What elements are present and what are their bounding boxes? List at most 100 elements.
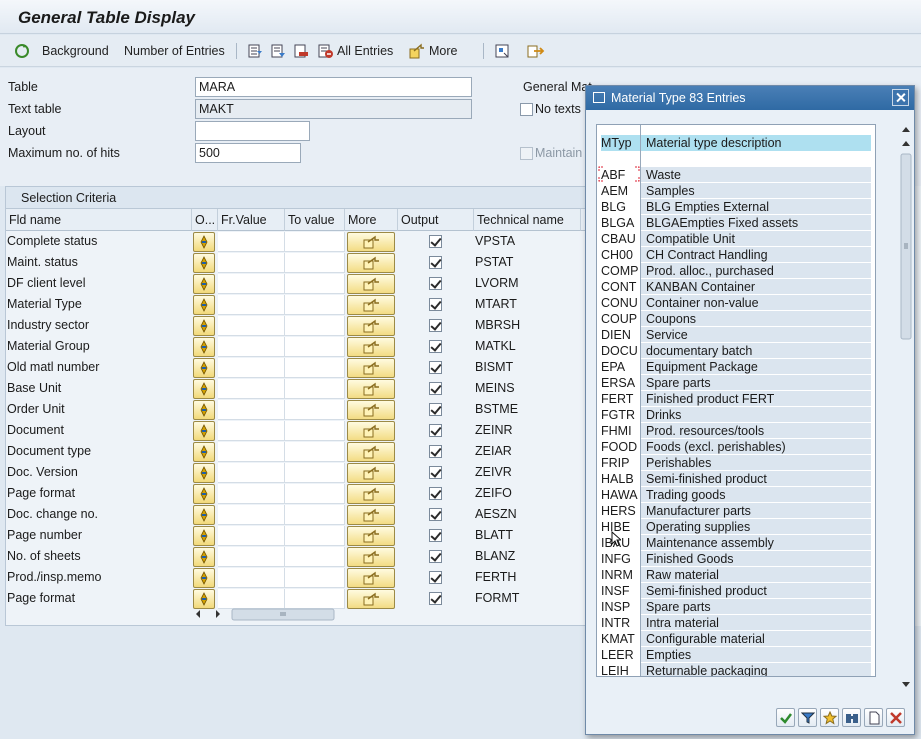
no-texts-checkbox[interactable]	[520, 103, 533, 116]
list-header-key[interactable]: MTyp	[601, 136, 632, 150]
list-item[interactable]: LEIH Returnable packaging	[597, 663, 875, 676]
to-value-input[interactable]	[285, 547, 345, 567]
confirm-button[interactable]	[776, 708, 795, 727]
popup-close-button[interactable]	[892, 89, 909, 106]
selection-option-button[interactable]	[193, 568, 215, 588]
multiple-selection-button[interactable]	[347, 589, 395, 609]
selection-option-button[interactable]	[193, 316, 215, 336]
list-item[interactable]: CONU Container non-value	[597, 295, 875, 311]
table-input[interactable]: MARA	[195, 77, 472, 97]
output-checkbox[interactable]	[429, 298, 442, 311]
selection-option-button[interactable]	[193, 253, 215, 273]
new-entry-button[interactable]	[864, 708, 883, 727]
selection-option-button[interactable]	[193, 421, 215, 441]
list-item[interactable]: HALB Semi-finished product	[597, 471, 875, 487]
list-item[interactable]: AEM Samples	[597, 183, 875, 199]
multiple-selection-button[interactable]	[347, 400, 395, 420]
list-item[interactable]: IBAUMaintenance assembly	[597, 535, 875, 551]
deselect-all-button[interactable]	[270, 42, 286, 60]
multiple-selection-button[interactable]	[347, 421, 395, 441]
popup-vertical-scrollbar[interactable]	[899, 124, 913, 699]
list-item[interactable]: BLG BLG Empties External	[597, 199, 875, 215]
list-item[interactable]: INFG Finished Goods	[597, 551, 875, 567]
to-value-input[interactable]	[285, 568, 345, 588]
list-item[interactable]: EPA Equipment Package	[597, 359, 875, 375]
list-item[interactable]: INSP Spare parts	[597, 599, 875, 615]
from-value-input[interactable]	[218, 253, 285, 273]
to-value-input[interactable]	[285, 337, 345, 357]
output-checkbox[interactable]	[429, 382, 442, 395]
list-item[interactable]: BLGA BLGAEmpties Fixed assets	[597, 215, 875, 231]
background-button[interactable]: Background	[42, 42, 109, 60]
output-checkbox[interactable]	[429, 571, 442, 584]
selection-option-button[interactable]	[193, 400, 215, 420]
to-value-input[interactable]	[285, 421, 345, 441]
selection-option-button[interactable]	[193, 547, 215, 567]
selection-option-button[interactable]	[193, 295, 215, 315]
layout-input[interactable]	[195, 121, 310, 141]
output-checkbox[interactable]	[429, 235, 442, 248]
list-item[interactable]: FERT Finished product FERT	[597, 391, 875, 407]
output-checkbox[interactable]	[429, 508, 442, 521]
output-checkbox[interactable]	[429, 319, 442, 332]
from-value-input[interactable]	[218, 547, 285, 567]
selection-option-button[interactable]	[193, 274, 215, 294]
to-value-input[interactable]	[285, 463, 345, 483]
delete-row-button[interactable]	[293, 42, 309, 60]
list-item[interactable]: INSF Semi-finished product	[597, 583, 875, 599]
list-item[interactable]: INTR Intra material	[597, 615, 875, 631]
max-hits-input[interactable]: 500	[195, 143, 301, 163]
personal-list-button[interactable]	[820, 708, 839, 727]
from-value-input[interactable]	[218, 400, 285, 420]
to-value-input[interactable]	[285, 379, 345, 399]
output-checkbox[interactable]	[429, 592, 442, 605]
multiple-selection-button[interactable]	[347, 358, 395, 378]
multiple-selection-button[interactable]	[347, 463, 395, 483]
selection-option-button[interactable]	[193, 505, 215, 525]
column-header-field-name[interactable]: Fld name	[6, 209, 192, 231]
list-item[interactable]: LEER Empties	[597, 647, 875, 663]
output-checkbox[interactable]	[429, 550, 442, 563]
to-value-input[interactable]	[285, 358, 345, 378]
list-item[interactable]: HERS Manufacturer parts	[597, 503, 875, 519]
output-checkbox[interactable]	[429, 424, 442, 437]
selection-option-button[interactable]	[193, 232, 215, 252]
multiple-selection-button[interactable]	[347, 379, 395, 399]
output-checkbox[interactable]	[429, 340, 442, 353]
column-header-output[interactable]: Output	[398, 209, 474, 231]
to-value-input[interactable]	[285, 589, 345, 609]
selection-option-button[interactable]	[193, 358, 215, 378]
from-value-input[interactable]	[218, 463, 285, 483]
output-checkbox[interactable]	[429, 403, 442, 416]
number-of-entries-button[interactable]: Number of Entries	[124, 42, 225, 60]
column-header-more[interactable]: More	[345, 209, 398, 231]
output-checkbox[interactable]	[429, 487, 442, 500]
multiple-selection-button[interactable]	[347, 295, 395, 315]
from-value-input[interactable]	[218, 484, 285, 504]
column-header-from-value[interactable]: Fr.Value	[218, 209, 285, 231]
horizontal-scrollbar[interactable]	[196, 607, 336, 621]
column-header-technical-name[interactable]: Technical name	[474, 209, 581, 231]
list-item[interactable]: COMP Prod. alloc., purchased	[597, 263, 875, 279]
multiple-selection-button[interactable]	[347, 526, 395, 546]
export-button[interactable]	[527, 42, 545, 60]
from-value-input[interactable]	[218, 358, 285, 378]
to-value-input[interactable]	[285, 442, 345, 462]
layout-settings-button[interactable]	[494, 42, 510, 60]
column-header-to-value[interactable]: To value	[285, 209, 345, 231]
from-value-input[interactable]	[218, 442, 285, 462]
multiple-selection-button[interactable]	[347, 442, 395, 462]
from-value-input[interactable]	[218, 232, 285, 252]
select-all-button[interactable]	[247, 42, 263, 60]
from-value-input[interactable]	[218, 568, 285, 588]
selection-option-button[interactable]	[193, 484, 215, 504]
find-button[interactable]	[842, 708, 861, 727]
list-item[interactable]: KMAT Configurable material	[597, 631, 875, 647]
list-item[interactable]: INRM Raw material	[597, 567, 875, 583]
from-value-input[interactable]	[218, 526, 285, 546]
all-entries-button[interactable]: All Entries	[318, 42, 393, 60]
filter-button[interactable]	[798, 708, 817, 727]
from-value-input[interactable]	[218, 421, 285, 441]
execute-button[interactable]	[14, 42, 30, 60]
to-value-input[interactable]	[285, 295, 345, 315]
